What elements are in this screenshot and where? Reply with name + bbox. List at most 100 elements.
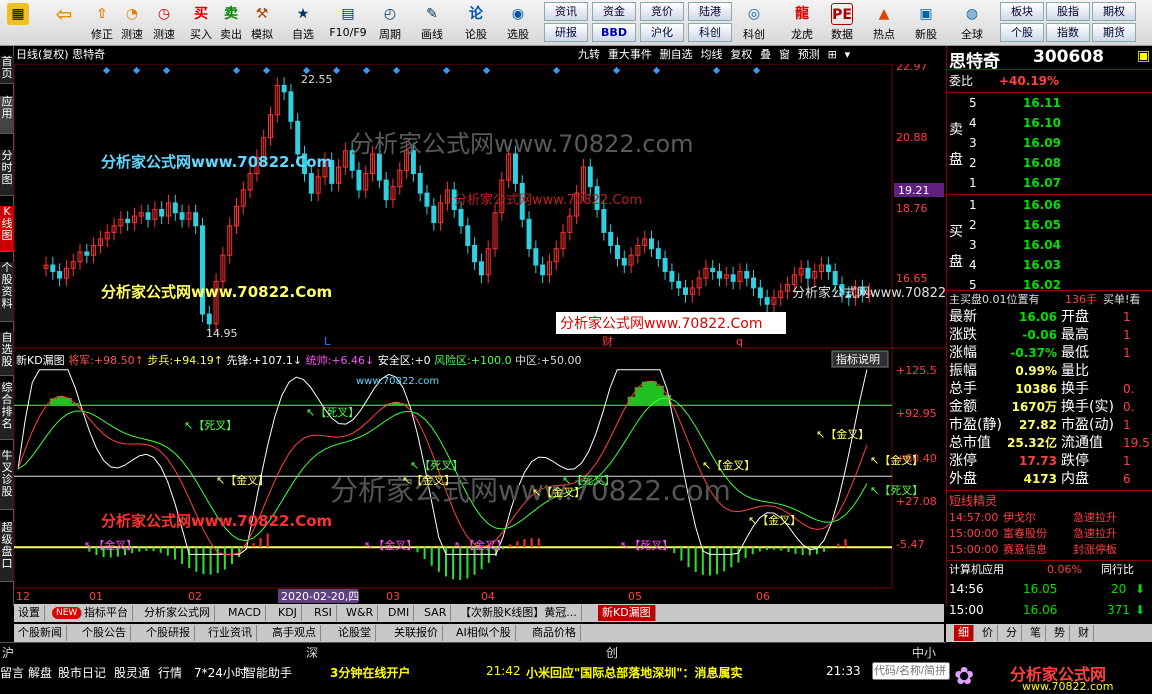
test-button[interactable]: ◷ 测速 (148, 2, 180, 44)
auction-button[interactable]: 竞价 (640, 2, 684, 21)
indicator-tab-10[interactable]: 【次新股K线图】黄冠... (456, 605, 582, 621)
event-diamond[interactable] (712, 66, 721, 75)
tab-home[interactable]: 首页 (0, 56, 14, 84)
market-gem[interactable]: 创 (606, 644, 618, 661)
market-sz[interactable]: 深 (306, 644, 318, 661)
event-diamond[interactable] (102, 66, 111, 75)
code-search-input[interactable] (872, 662, 950, 680)
tab-ranking[interactable]: 综合排名 (0, 382, 14, 440)
news-headline[interactable]: 小米回应"国际总部落地深圳"：消息属实 (526, 664, 743, 681)
kline-chart[interactable]: 22.97 20.88 18.76 16.65 19.21 22.55 14.9… (14, 64, 946, 604)
info-tab-7[interactable]: AI相似个股 (452, 625, 516, 641)
detail-tab-2[interactable]: 分 (1002, 625, 1022, 641)
info-tab-1[interactable]: 个股公告 (78, 625, 131, 641)
indicator-tab-2[interactable]: 指标平台 (80, 605, 133, 621)
event-diamond[interactable] (442, 66, 451, 75)
app-grid-button[interactable]: ▦ (2, 2, 34, 44)
research-button[interactable]: 研报 (544, 23, 588, 42)
status-item-5[interactable]: 7*24小时 (194, 664, 247, 681)
overlay-button[interactable]: 叠 (758, 46, 773, 64)
shanghai-button[interactable]: 沪化 (640, 23, 684, 42)
status-item-1[interactable]: 解盘 (28, 664, 52, 681)
discuss-button[interactable]: 论论股 (460, 2, 492, 44)
speed-button[interactable]: ◔ 测速 (116, 2, 148, 44)
event-diamond[interactable] (162, 66, 171, 75)
tab-kline[interactable]: K线图 (0, 206, 14, 252)
tab-watchlist[interactable]: 自选股 (0, 332, 14, 376)
indicator-help-label[interactable]: 指标说明 (836, 352, 880, 366)
futures-button[interactable]: 期货 (1092, 23, 1136, 42)
industry-compare[interactable]: 同行比 (1101, 561, 1134, 578)
elves-row[interactable]: 14:57:00 伊戈尔 急速拉升 (947, 509, 1152, 526)
global-button[interactable]: ◍ 全球 (956, 2, 988, 44)
detail-tab-4[interactable]: 势 (1050, 625, 1070, 641)
fund-button[interactable]: 资金 (592, 2, 636, 21)
event-diamond[interactable] (332, 66, 341, 75)
stock-picker-button[interactable]: ◉ 选股 (502, 2, 534, 44)
market-sh[interactable]: 沪 (2, 644, 14, 661)
event-diamond[interactable] (482, 66, 491, 75)
major-events-button[interactable]: 重大事件 (606, 46, 654, 64)
indicator-tab-5[interactable]: KDJ (274, 605, 302, 621)
hotspot-button[interactable]: ▲ 热点 (868, 2, 900, 44)
menu-icon[interactable]: ▣ (1137, 48, 1150, 64)
news-button[interactable]: 资讯 (544, 2, 588, 21)
indicator-tab-4[interactable]: MACD (224, 605, 266, 621)
simulate-button[interactable]: ⚒ 模拟 (246, 2, 278, 44)
stock-button[interactable]: 个股 (1000, 23, 1044, 42)
forecast-button[interactable]: 预测 (796, 46, 822, 64)
bbd-button[interactable]: BBD (592, 23, 636, 42)
indicator-tab-0[interactable]: 设置 (14, 605, 45, 621)
buy-button[interactable]: 买买入 (185, 2, 217, 44)
info-tab-3[interactable]: 行业资讯 (204, 625, 257, 641)
sell-level-row[interactable]: 1 16.07 (947, 175, 1152, 192)
info-tab-2[interactable]: 个股研报 (142, 625, 195, 641)
drawline-button[interactable]: ✎ 画线 (416, 2, 448, 44)
index-futures-button[interactable]: 股指 (1046, 2, 1090, 21)
detail-tab-0[interactable]: 细 (954, 625, 974, 641)
detail-tab-3[interactable]: 笔 (1026, 625, 1046, 641)
science-button[interactable]: ◎ 科创 (738, 2, 770, 44)
event-diamond[interactable] (232, 66, 241, 75)
indicator-tab-8[interactable]: DMI (384, 605, 415, 621)
info-tab-0[interactable]: 个股新闻 (14, 625, 67, 641)
event-diamond[interactable] (262, 66, 271, 75)
chart-settings-icon[interactable]: ⊞ (826, 46, 839, 64)
sell-level-row[interactable]: 5 16.11 (947, 95, 1152, 112)
revise-button[interactable]: ⇧ 修正 (86, 2, 118, 44)
hk-connect-button[interactable]: 陆港 (688, 2, 732, 21)
remove-watchlist-button[interactable]: 删自选 (658, 46, 695, 64)
ipo-button[interactable]: ▣ 新股 (910, 2, 942, 44)
tab-apps[interactable]: 应用 (0, 96, 14, 134)
elves-row[interactable]: 15:00:00 富春股份 急速拉升 (947, 525, 1152, 542)
detail-tab-1[interactable]: 价 (978, 625, 998, 641)
tab-diagnose[interactable]: 牛叉诊股 (0, 450, 14, 510)
f10-button[interactable]: ▤ F10/F9 (328, 2, 368, 44)
status-item-0[interactable]: 留言 (0, 664, 24, 681)
star-market-button[interactable]: 科创 (688, 23, 732, 42)
indicator-tab-1[interactable]: NEW (52, 607, 83, 619)
watchlist-button[interactable]: ★ 自选 (287, 2, 319, 44)
event-diamond[interactable] (652, 66, 661, 75)
info-tab-4[interactable]: 高手观点 (268, 625, 321, 641)
buy-level-row[interactable]: 1 16.06 (947, 197, 1152, 214)
options-button[interactable]: 期权 (1092, 2, 1136, 21)
event-diamond[interactable] (552, 66, 561, 75)
sell-level-row[interactable]: 3 16.09 (947, 135, 1152, 152)
elves-row[interactable]: 15:00:00 赛意信息 封涨停板 (947, 541, 1152, 558)
indicator-tab-7[interactable]: W&R (342, 605, 379, 621)
sell-level-row[interactable]: 4 16.10 (947, 115, 1152, 132)
detail-tab-5[interactable]: 财 (1074, 625, 1094, 641)
indicator-tab-9[interactable]: SAR (420, 605, 452, 621)
back-button[interactable]: ⇦ (48, 2, 80, 44)
info-tab-6[interactable]: 关联报价 (390, 625, 443, 641)
status-item-2[interactable]: 股市日记 (58, 664, 106, 681)
event-diamond[interactable] (392, 66, 401, 75)
indicator-tab-11[interactable]: 新KD漏图 (598, 605, 656, 621)
level-link[interactable]: 买单!看 (1103, 291, 1140, 308)
status-item-6[interactable]: 智能助手 (244, 664, 292, 681)
chevron-down-icon[interactable]: ▾ (843, 46, 853, 64)
window-button[interactable]: 窗 (777, 46, 792, 64)
info-tab-8[interactable]: 商品价格 (528, 625, 581, 641)
sell-level-row[interactable]: 2 16.08 (947, 155, 1152, 172)
